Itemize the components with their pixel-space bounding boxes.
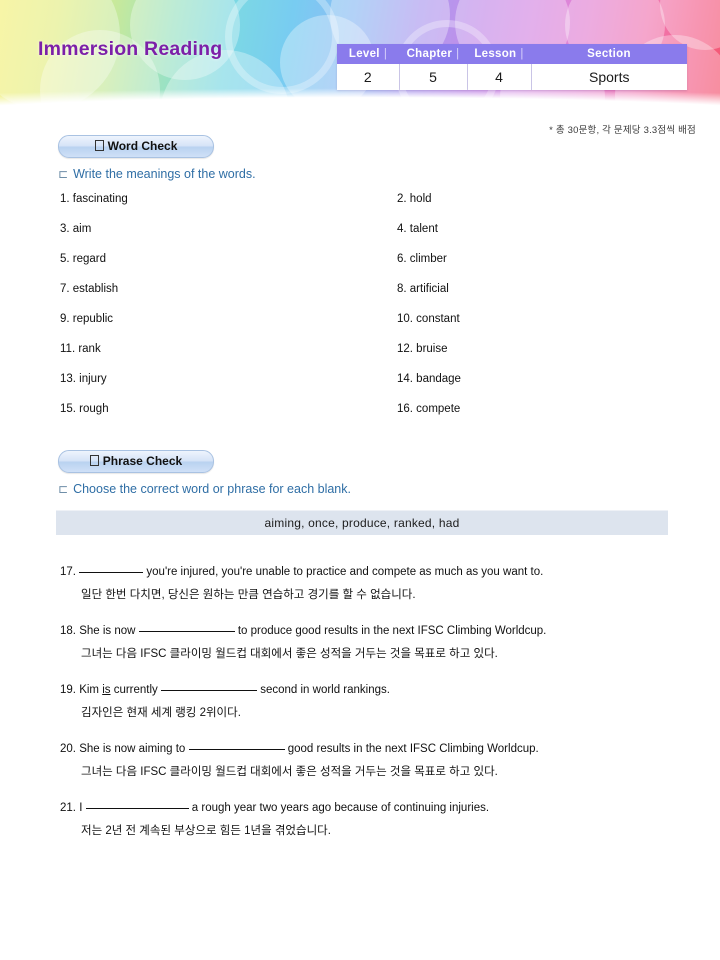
bullet-square-icon (94, 140, 104, 151)
answer-blank[interactable] (188, 738, 285, 750)
question-number: 18. (60, 625, 76, 637)
question-text-before: Kim is currently (79, 684, 162, 696)
instruction-text: Write the meanings of the words. (73, 167, 256, 181)
phrase-check-instruction: ⊏ Choose the correct word or phrase for e… (58, 482, 351, 496)
header-separator: | (383, 48, 388, 60)
header-separator: | (456, 48, 460, 60)
answer-blank[interactable] (79, 561, 144, 573)
question-english: 20. She is now aiming to good results in… (60, 738, 680, 757)
section-badge-word-check: Word Check (58, 135, 214, 158)
word-item: 5. regard (60, 253, 107, 265)
question-item: 17. you're injured, you're unable to pra… (60, 561, 680, 603)
word-item: 4. talent (397, 223, 438, 235)
question-number: 21. (60, 802, 76, 814)
question-korean: 저는 2년 전 계속된 부상으로 힘든 1년을 겪었습니다. (81, 825, 331, 837)
word-item: 3. aim (60, 223, 92, 235)
instruction-text: Choose the correct word or phrase for ea… (73, 482, 351, 496)
section-badge-phrase-check: Phrase Check (58, 450, 214, 473)
meta-value-section: Sports (530, 64, 687, 90)
word-check-list: 1. fascinating 2. hold 3. aim 4. talent … (60, 193, 660, 433)
question-korean: 그녀는 다음 IFSC 클라이밍 월드컵 대회에서 좋은 성적을 거두는 것을 … (81, 648, 498, 660)
word-item: 10. constant (397, 313, 460, 325)
question-english: 19. Kim is currently second in world ran… (60, 679, 680, 698)
question-text-after: to produce good results in the next IFSC… (234, 625, 547, 637)
question-korean: 일단 한번 다치면, 당신은 원하는 만큼 연습하고 경기를 할 수 없습니다. (81, 589, 416, 601)
word-check-instruction: ⊏ Write the meanings of the words. (58, 167, 256, 181)
meta-value-row: 2 5 4 Sports (337, 64, 687, 90)
word-item: 6. climber (397, 253, 447, 265)
underlined-word: is (102, 684, 111, 696)
question-item: 20. She is now aiming to good results in… (60, 738, 680, 780)
word-row: 7. establish 8. artificial (60, 283, 660, 313)
question-number: 17. (60, 566, 76, 578)
meta-header-level: Level | (337, 44, 399, 64)
bokeh-ring (225, 0, 339, 94)
word-bank-box: aiming, once, produce, ranked, had (56, 510, 668, 535)
question-english: 18. She is now to produce good results i… (60, 620, 680, 639)
question-number: 20. (60, 743, 76, 755)
lesson-meta-table: Level | Chapter | Lesson | Section 2 5 4 Sp… (337, 44, 687, 90)
meta-value-lesson: 4 (466, 64, 531, 90)
word-item: 13. injury (60, 373, 107, 385)
word-item: 12. bruise (397, 343, 448, 355)
word-row: 13. injury 14. bandage (60, 373, 660, 403)
phrase-check-questions: 17. you're injured, you're unable to pra… (60, 561, 680, 856)
answer-blank[interactable] (85, 797, 189, 809)
score-note: * 총 30문항, 각 문제당 3.3점씩 배점 (549, 125, 696, 136)
question-text-after: you're injured, you're unable to practic… (143, 566, 544, 578)
word-row: 5. regard 6. climber (60, 253, 660, 283)
meta-header-lesson: Lesson | (467, 44, 531, 64)
word-item: 8. artificial (397, 283, 449, 295)
page-header-banner: Immersion Reading Level | Chapter | Lesson… (0, 0, 720, 110)
question-text-before: She is now (79, 625, 139, 637)
word-row: 9. republic 10. constant (60, 313, 660, 343)
question-item: 19. Kim is currently second in world ran… (60, 679, 680, 721)
instruction-mark-icon: ⊏ (58, 167, 69, 181)
word-item: 14. bandage (397, 373, 461, 385)
question-korean: 그녀는 다음 IFSC 클라이밍 월드컵 대회에서 좋은 성적을 거두는 것을 … (81, 766, 498, 778)
word-item: 2. hold (397, 193, 432, 205)
question-korean: 김자인은 현재 세계 랭킹 2위이다. (81, 707, 241, 719)
question-english: 21. I a rough year two years ago because… (60, 797, 680, 816)
bullet-square-icon (89, 455, 99, 466)
page-title: Immersion Reading (38, 38, 223, 60)
word-item: 15. rough (60, 403, 109, 415)
question-number: 19. (60, 684, 76, 696)
word-item: 1. fascinating (60, 193, 128, 205)
answer-blank[interactable] (161, 679, 258, 691)
header-separator: | (520, 48, 524, 60)
word-row: 1. fascinating 2. hold (60, 193, 660, 223)
meta-value-level: 2 (337, 64, 399, 90)
word-item: 9. republic (60, 313, 114, 325)
question-text-after: second in world rankings. (257, 684, 390, 696)
meta-header-section: Section (531, 44, 687, 64)
meta-header-row: Level | Chapter | Lesson | Section (337, 44, 687, 64)
word-item: 11. rank (60, 343, 101, 355)
question-english: 17. you're injured, you're unable to pra… (60, 561, 680, 580)
question-item: 21. I a rough year two years ago because… (60, 797, 680, 839)
word-row: 15. rough 16. compete (60, 403, 660, 433)
badge-label: Phrase Check (102, 454, 183, 468)
word-item: 16. compete (397, 403, 461, 415)
question-text-after: a rough year two years ago because of co… (188, 802, 490, 814)
question-text-before: She is now aiming to (79, 743, 189, 755)
meta-value-chapter: 5 (398, 64, 467, 90)
badge-label: Word Check (107, 139, 178, 153)
meta-header-chapter: Chapter | (399, 44, 467, 64)
word-row: 11. rank 12. bruise (60, 343, 660, 373)
answer-blank[interactable] (138, 620, 235, 632)
word-item: 7. establish (60, 283, 119, 295)
question-text-after: good results in the next IFSC Climbing W… (284, 743, 539, 755)
word-row: 3. aim 4. talent (60, 223, 660, 253)
instruction-mark-icon: ⊏ (58, 482, 69, 496)
question-item: 18. She is now to produce good results i… (60, 620, 680, 662)
bokeh-circle (660, 0, 720, 50)
